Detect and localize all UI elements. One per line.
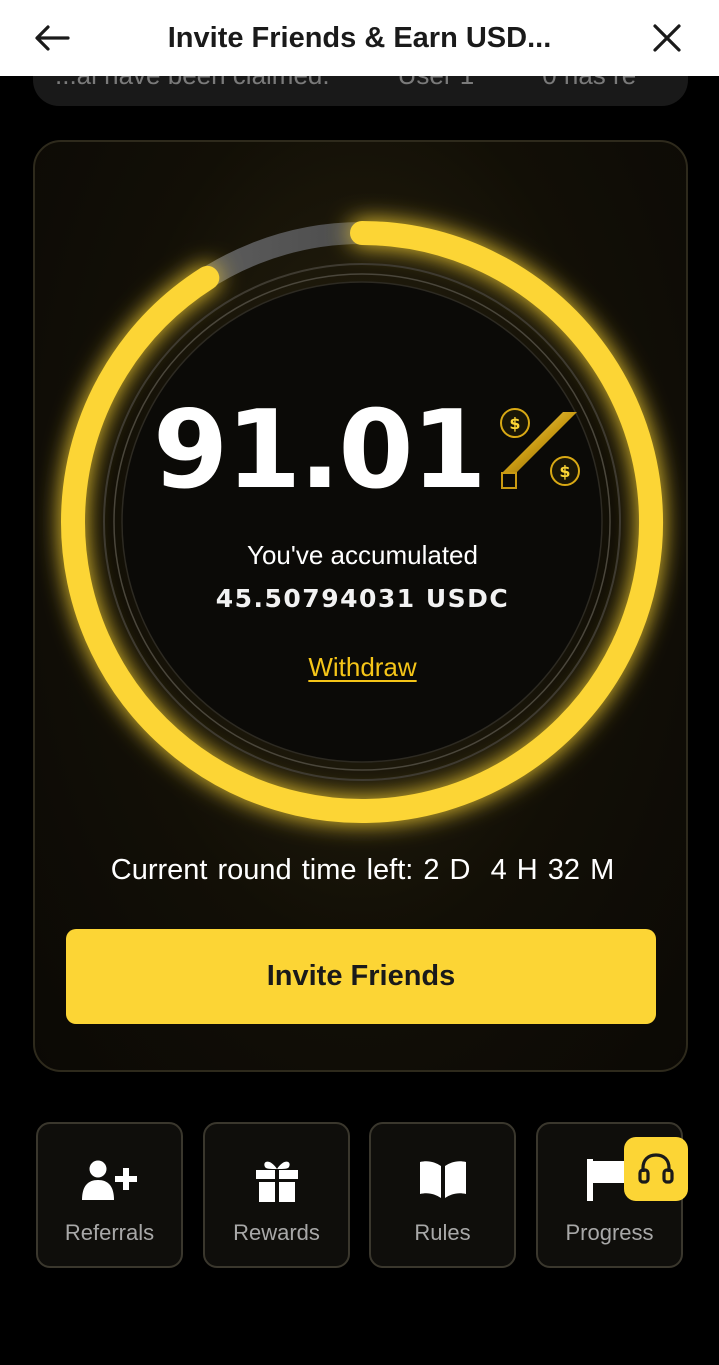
support-button[interactable] [624, 1137, 688, 1201]
tile-rewards[interactable]: Rewards [203, 1122, 350, 1268]
top-bar: Invite Friends & Earn USD... [0, 0, 719, 76]
tile-label: Referrals [64, 1220, 155, 1245]
timer-value: 2 D 4 H 32 M [423, 854, 615, 886]
svg-text:$: $ [509, 414, 520, 433]
add-user-icon [81, 1160, 137, 1200]
withdraw-link[interactable]: Withdraw [308, 652, 416, 682]
accumulated-label: You've accumulated [247, 540, 478, 570]
close-icon [653, 24, 681, 52]
arrow-left-icon [35, 25, 70, 51]
timer-label: Current round time left: [110, 854, 414, 886]
tile-label: Rules [414, 1220, 471, 1245]
progress-ring [61, 221, 663, 823]
book-icon [419, 1161, 466, 1198]
tile-rules[interactable]: Rules [369, 1122, 516, 1268]
headset-icon [638, 1153, 674, 1184]
back-button[interactable] [28, 14, 76, 62]
progress-percentage: 91.01 $ $ [153, 397, 581, 505]
round-timer: Current round time left: 2 D 4 H 32 M [35, 854, 686, 887]
svg-text:$: $ [559, 462, 570, 481]
percent-coins-icon: $ $ [499, 408, 580, 489]
accumulated-amount: 45.50794031 USDC [215, 584, 510, 613]
progress-card: 91.01 $ $ You've accumulated 45.50794031… [33, 140, 688, 1072]
tile-label: Progress [565, 1220, 654, 1245]
page-title: Invite Friends & Earn USD... [167, 22, 552, 54]
tile-referrals[interactable]: Referrals [36, 1122, 183, 1268]
gift-icon [255, 1161, 298, 1202]
tile-label: Rewards [233, 1220, 320, 1245]
invite-friends-button[interactable]: Invite Friends [66, 929, 656, 1024]
progress-value: 91.01 [153, 388, 487, 513]
close-button[interactable] [643, 14, 691, 62]
